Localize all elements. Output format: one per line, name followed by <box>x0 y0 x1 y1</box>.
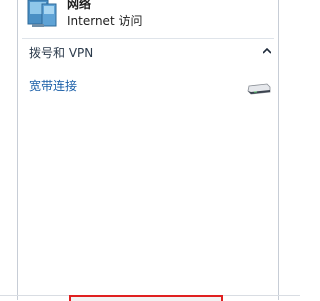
chevron-up-icon <box>263 48 271 54</box>
connect-button-highlighted[interactable] <box>69 295 223 301</box>
network-flyout-panel: 网络 Internet 访问 拨号和 VPN 宽带连接 <box>17 0 279 300</box>
network-name: 网络 <box>67 0 92 11</box>
dialup-vpn-section-header[interactable]: 拨号和 VPN <box>18 42 278 62</box>
broadband-connection-item[interactable]: 宽带连接 <box>18 72 278 98</box>
current-network[interactable]: 网络 Internet 访问 <box>18 0 278 38</box>
section-divider <box>22 38 274 39</box>
network-computer-icon <box>27 0 57 27</box>
broadband-connection-label: 宽带连接 <box>29 79 78 93</box>
dialup-vpn-title: 拨号和 VPN <box>29 46 94 60</box>
modem-icon <box>247 83 271 95</box>
network-status: Internet 访问 <box>67 14 143 28</box>
